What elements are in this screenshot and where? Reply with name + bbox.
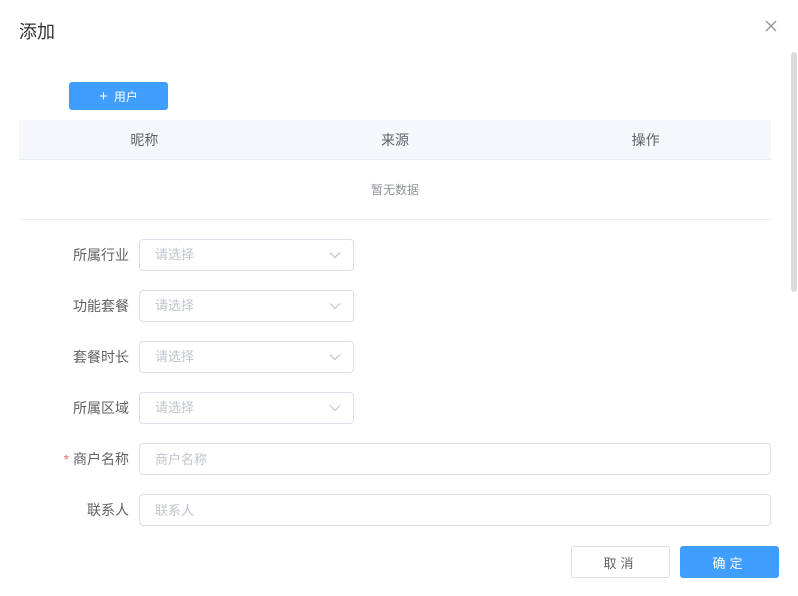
required-mark: * [63, 451, 69, 467]
chevron-down-icon [329, 354, 341, 361]
contact-label: 联系人 [87, 502, 129, 518]
industry-label: 所属行业 [73, 247, 129, 263]
form-row-duration: 套餐时长 请选择 [0, 341, 798, 373]
chevron-down-icon [329, 405, 341, 412]
confirm-button[interactable]: 确定 [680, 546, 779, 578]
industry-placeholder: 请选择 [155, 247, 195, 262]
add-user-label: 用户 [113, 89, 138, 104]
dialog-title: 添加 [19, 22, 55, 42]
column-nickname: 昵称 [130, 132, 159, 148]
user-table: 昵称 来源 操作 暂无数据 [19, 120, 771, 220]
column-action: 操作 [631, 132, 660, 148]
close-icon [765, 20, 777, 32]
close-button[interactable] [762, 17, 780, 35]
industry-select[interactable]: 请选择 [139, 239, 354, 271]
package-placeholder: 请选择 [155, 298, 195, 313]
cancel-button[interactable]: 取消 [571, 546, 670, 578]
merchant-name-input[interactable] [139, 443, 771, 475]
region-label: 所属区域 [73, 400, 129, 416]
contact-input[interactable] [139, 494, 771, 526]
form-row-region: 所属区域 请选择 [0, 392, 798, 424]
merchant-name-label-text: 商户名称 [73, 451, 129, 467]
package-label: 功能套餐 [73, 298, 129, 314]
chevron-down-icon [329, 303, 341, 310]
duration-select[interactable]: 请选择 [139, 341, 354, 373]
column-source: 来源 [381, 132, 409, 148]
duration-label: 套餐时长 [73, 349, 129, 365]
form-row-merchant-name: * 商户名称 [0, 443, 798, 475]
form-row-contact: 联系人 [0, 494, 798, 526]
form-row-industry: 所属行业 请选择 [0, 239, 798, 271]
region-select[interactable]: 请选择 [139, 392, 354, 424]
table-header: 昵称 来源 操作 [19, 120, 771, 160]
form-row-package: 功能套餐 请选择 [0, 290, 798, 322]
merchant-name-label: * 商户名称 [64, 443, 129, 475]
duration-placeholder: 请选择 [155, 349, 195, 364]
chevron-down-icon [329, 252, 341, 259]
table-empty-text: 暂无数据 [19, 160, 771, 220]
package-select[interactable]: 请选择 [139, 290, 354, 322]
add-user-button[interactable]: + 用户 [69, 82, 168, 110]
region-placeholder: 请选择 [155, 400, 195, 415]
plus-icon: + [99, 87, 108, 105]
